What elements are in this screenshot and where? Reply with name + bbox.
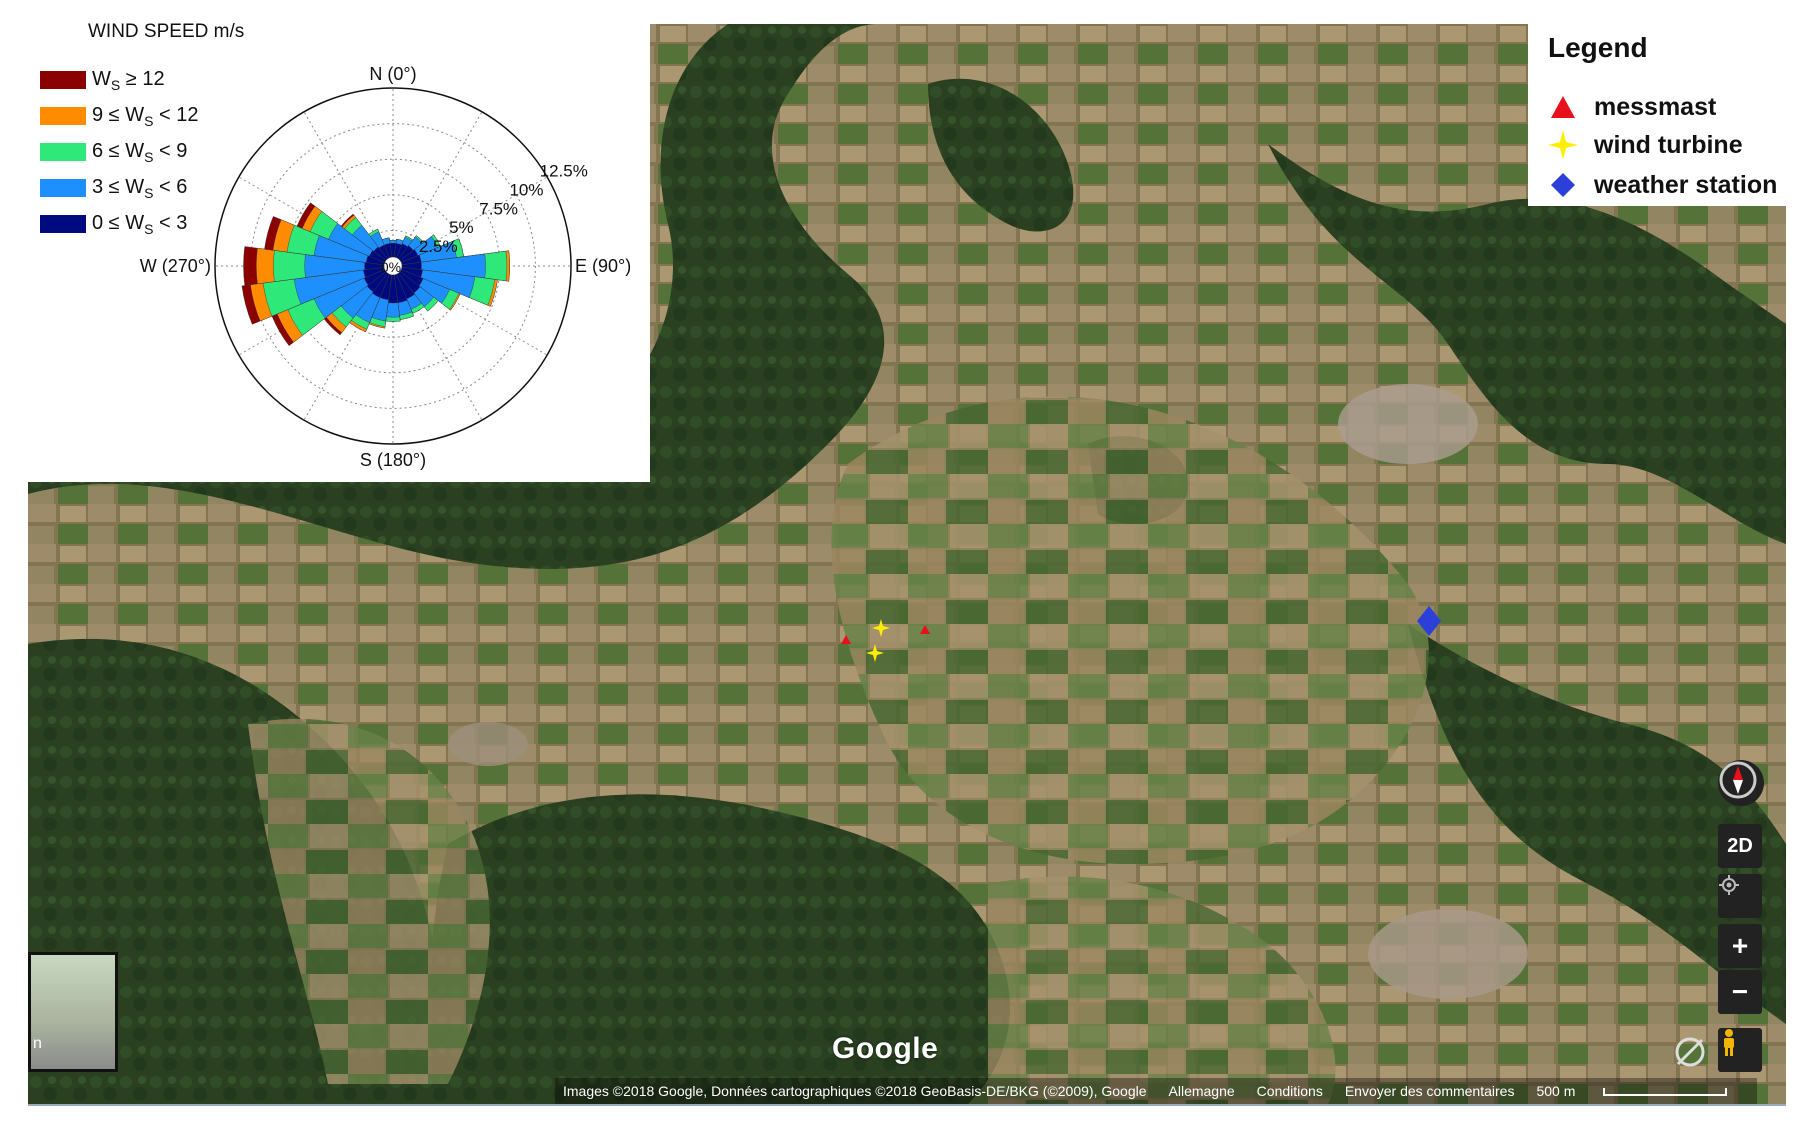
- google-logo: Google: [832, 1032, 939, 1065]
- direction-label-w: W (270°): [140, 256, 211, 276]
- ring-label: 10%: [509, 180, 543, 199]
- wind-rose-labels: N (0°)S (180°)E (90°)W (270°)2.5%5%7.5%1…: [140, 64, 631, 470]
- legend-item-messmast: messmast: [1548, 92, 1716, 122]
- zoom-out-button[interactable]: −: [1718, 970, 1762, 1014]
- conditions-link[interactable]: Conditions: [1257, 1083, 1323, 1099]
- scale-line: [1603, 1088, 1728, 1096]
- feedback-link[interactable]: Envoyer des commentaires: [1345, 1083, 1515, 1099]
- legend-label-wind-turbine: wind turbine: [1594, 130, 1743, 159]
- locate-icon: [1719, 875, 1739, 895]
- pegman-button[interactable]: [1718, 1028, 1762, 1072]
- direction-label-s: S (180°): [360, 450, 426, 470]
- minimap-thumbnail[interactable]: n: [28, 952, 118, 1072]
- imagery-credit: Images ©2018 Google, Données cartographi…: [563, 1083, 1147, 1099]
- legend-label-weather-station: weather station: [1594, 170, 1778, 199]
- center-label: 0%: [381, 259, 401, 275]
- pegman-icon: [1724, 1029, 1734, 1056]
- no-3d-icon[interactable]: [1672, 1034, 1708, 1070]
- mode-2d-button[interactable]: 2D: [1718, 824, 1762, 868]
- compass-icon: [1719, 761, 1757, 799]
- ring-label: 12.5%: [540, 162, 588, 181]
- minimap-label: n: [33, 1035, 42, 1052]
- zoom-in-button[interactable]: +: [1718, 924, 1762, 968]
- ring-label: 7.5%: [479, 199, 518, 218]
- direction-label-n: N (0°): [369, 64, 416, 84]
- legend-label-messmast: messmast: [1594, 92, 1717, 121]
- bottom-divider: [28, 1104, 1786, 1106]
- legend-title: Legend: [1548, 32, 1648, 63]
- wind-rose-panel: WIND SPEED m/s WS ≥ 12 9 ≤ WS < 12 6 ≤ WS …: [28, 21, 650, 482]
- country-link[interactable]: Allemagne: [1169, 1083, 1235, 1099]
- compass-control[interactable]: [1718, 760, 1764, 806]
- blue-diamond-icon: [1548, 170, 1578, 200]
- locate-button[interactable]: [1718, 874, 1762, 918]
- ring-label: 5%: [449, 218, 474, 237]
- wind-rose-chart: N (0°)S (180°)E (90°)W (270°)2.5%5%7.5%1…: [140, 64, 631, 470]
- legend-item-wind-turbine: wind turbine: [1548, 130, 1743, 160]
- yellow-star-icon: [1548, 130, 1578, 160]
- map-legend: Legend messmast wind turbine weather sta…: [1528, 24, 1788, 206]
- red-triangle-icon: [1548, 92, 1578, 122]
- scale-bar[interactable]: 500 m: [1536, 1083, 1749, 1099]
- ring-label: 2.5%: [419, 237, 458, 256]
- map-attribution: Images ©2018 Google, Données cartographi…: [555, 1078, 1758, 1104]
- legend-item-weather-station: weather station: [1548, 170, 1777, 200]
- scale-label: 500 m: [1536, 1083, 1576, 1099]
- direction-label-e: E (90°): [575, 256, 631, 276]
